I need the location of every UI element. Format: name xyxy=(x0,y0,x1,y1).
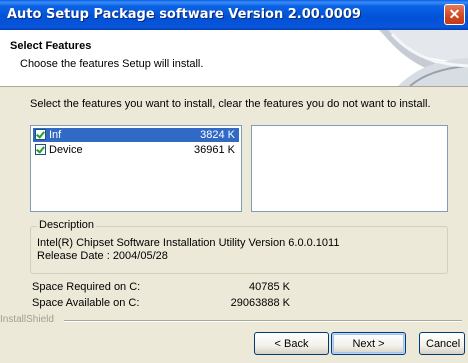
instruction-text: Select the features you want to install,… xyxy=(30,98,431,110)
header-title: Select Features xyxy=(10,40,92,52)
feature-size: 36961 K xyxy=(194,144,235,156)
footer-divider xyxy=(64,320,462,322)
space-available-label: Space Available on C: xyxy=(32,297,140,309)
wizard-header: Select Features Choose the features Setu… xyxy=(0,30,468,87)
cancel-button[interactable]: Cancel xyxy=(419,332,465,355)
feature-item-inf[interactable]: Inf 3824 K xyxy=(33,128,239,142)
installer-banner-icon xyxy=(378,30,468,86)
setup-window: Auto Setup Package software Version 2.00… xyxy=(0,0,468,363)
space-available-value: 29063888 K xyxy=(230,297,290,309)
title-bar[interactable]: Auto Setup Package software Version 2.00… xyxy=(0,0,468,30)
release-date-text: Release Date : 2004/05/28 xyxy=(37,250,168,262)
feature-checkbox-inf[interactable] xyxy=(35,129,46,140)
feature-detail-box xyxy=(251,125,448,212)
feature-name: Inf xyxy=(49,129,62,141)
header-subtitle: Choose the features Setup will install. xyxy=(20,58,204,70)
close-icon: ✕ xyxy=(448,6,461,22)
installshield-brand: InstallShield xyxy=(0,314,54,325)
feature-item-device[interactable]: Device 36961 K xyxy=(33,143,239,157)
space-required-value: 40785 K xyxy=(249,281,290,293)
feature-checkbox-device[interactable] xyxy=(35,144,46,155)
feature-name: Device xyxy=(49,144,83,156)
window-title: Auto Setup Package software Version 2.00… xyxy=(7,7,361,22)
description-text: Intel(R) Chipset Software Installation U… xyxy=(37,237,340,249)
close-button[interactable]: ✕ xyxy=(444,4,465,25)
feature-list[interactable]: Inf 3824 K Device 36961 K xyxy=(30,125,242,212)
back-button[interactable]: < Back xyxy=(254,332,329,355)
space-required-label: Space Required on C: xyxy=(32,281,141,293)
description-group: Description Intel(R) Chipset Software In… xyxy=(30,219,448,274)
next-button[interactable]: Next > xyxy=(331,332,406,355)
description-legend: Description xyxy=(37,219,97,231)
feature-size: 3824 K xyxy=(200,129,235,141)
